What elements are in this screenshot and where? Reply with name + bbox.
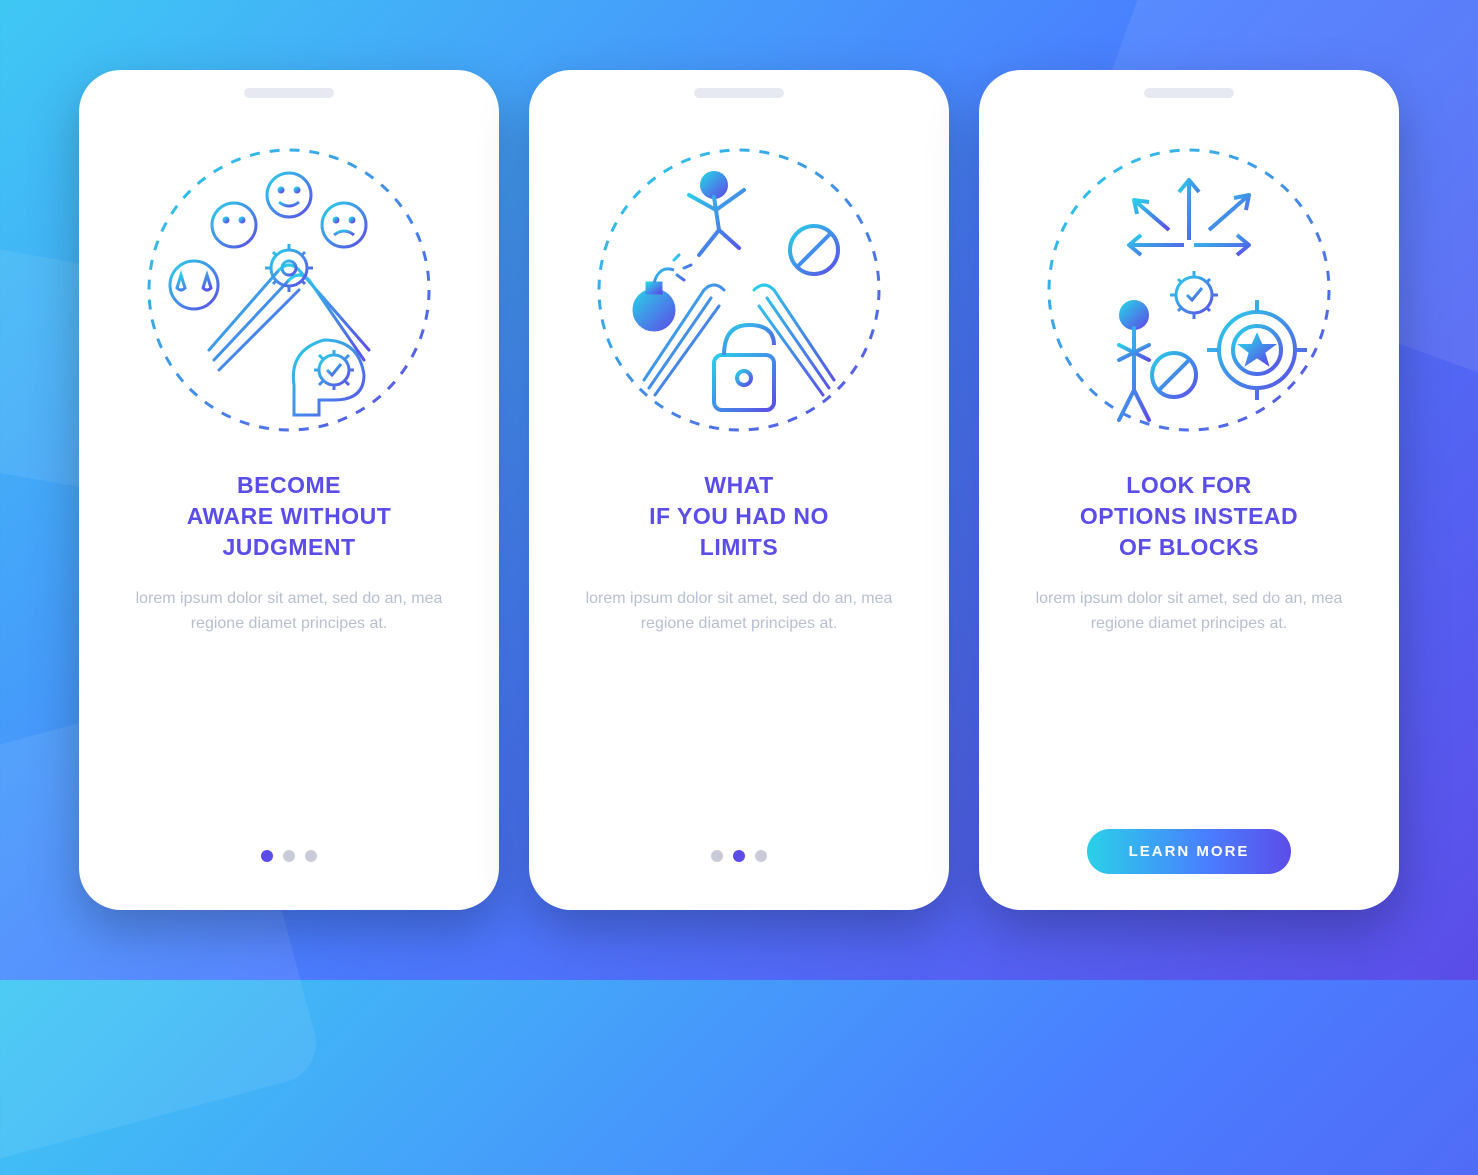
no-limits-illustration xyxy=(589,140,889,440)
dot-2[interactable] xyxy=(283,850,295,862)
screen-title: BECOME AWARE WITHOUT JUDGMENT xyxy=(187,470,392,563)
screen-title: LOOK FOR OPTIONS INSTEAD OF BLOCKS xyxy=(1080,470,1298,563)
dot-3[interactable] xyxy=(755,850,767,862)
screen-body: lorem ipsum dolor sit amet, sed do an, m… xyxy=(579,587,899,637)
dot-1[interactable] xyxy=(711,850,723,862)
screen-title: WHAT IF YOU HAD NO LIMITS xyxy=(649,470,829,563)
screen-body: lorem ipsum dolor sit amet, sed do an, m… xyxy=(1029,587,1349,637)
screen-body: lorem ipsum dolor sit amet, sed do an, m… xyxy=(129,587,449,637)
page-indicator xyxy=(711,850,767,862)
learn-more-button[interactable]: LEARN MORE xyxy=(1087,829,1292,874)
awareness-illustration xyxy=(139,140,439,440)
dot-3[interactable] xyxy=(305,850,317,862)
onboarding-screen-3: LOOK FOR OPTIONS INSTEAD OF BLOCKS lorem… xyxy=(979,70,1399,910)
onboarding-screen-1: BECOME AWARE WITHOUT JUDGMENT lorem ipsu… xyxy=(79,70,499,910)
dot-1[interactable] xyxy=(261,850,273,862)
page-indicator xyxy=(261,850,317,862)
options-illustration xyxy=(1039,140,1339,440)
onboarding-screen-2: WHAT IF YOU HAD NO LIMITS lorem ipsum do… xyxy=(529,70,949,910)
dot-2[interactable] xyxy=(733,850,745,862)
